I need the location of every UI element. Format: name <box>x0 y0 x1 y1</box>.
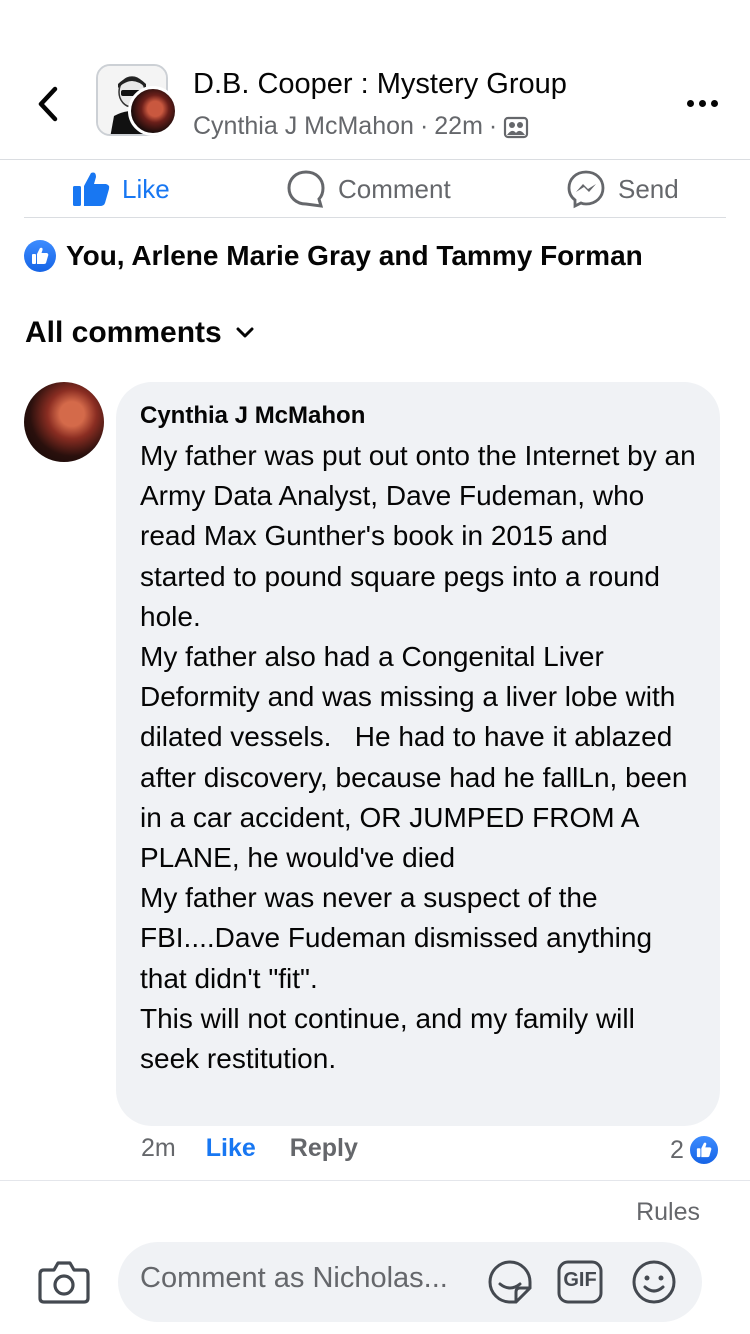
like-reaction-icon <box>687 1134 720 1166</box>
meta-separator: · <box>419 112 429 140</box>
back-button[interactable] <box>28 82 68 126</box>
send-label: Send <box>618 173 679 204</box>
comment-reaction-count: 2 <box>670 1135 684 1164</box>
comments-filter-dropdown[interactable]: All comments <box>25 316 254 350</box>
chevron-down-icon <box>236 327 254 338</box>
thumbs-up-icon <box>73 172 110 206</box>
camera-button[interactable] <box>38 1258 90 1306</box>
group-title[interactable]: D.B. Cooper : Mystery Group <box>193 68 567 101</box>
dot <box>710 99 718 107</box>
comment-input[interactable] <box>140 1262 490 1295</box>
post-meta: Cynthia J McMahon · 22m · <box>193 112 529 141</box>
sticker-button[interactable] <box>486 1258 534 1306</box>
comment-text: My father was put out onto the Internet … <box>140 440 696 1075</box>
like-button[interactable]: Like <box>72 160 170 218</box>
dot <box>686 99 694 107</box>
like-label: Like <box>122 173 170 204</box>
like-reaction-icon <box>24 240 56 272</box>
messenger-icon <box>567 170 605 209</box>
more-options-button[interactable] <box>680 88 724 118</box>
post-author[interactable]: Cynthia J McMahon <box>193 112 414 141</box>
comment-bubble-icon <box>287 170 325 208</box>
comment-label: Comment <box>338 173 451 204</box>
comment-author[interactable]: Cynthia J McMahon <box>140 400 696 432</box>
comment-reply-button[interactable]: Reply <box>290 1134 358 1163</box>
comment-composer[interactable]: GIF <box>118 1242 702 1322</box>
group-privacy-icon <box>504 116 529 138</box>
comment-like-button[interactable]: Like <box>206 1134 256 1163</box>
chevron-left-icon <box>38 86 58 122</box>
comment-actions: 2m Like Reply <box>141 1134 358 1163</box>
author-avatar[interactable] <box>128 86 178 136</box>
rules-link[interactable]: Rules <box>636 1198 700 1227</box>
comment-button[interactable]: Comment <box>286 160 451 218</box>
comment-bubble[interactable]: Cynthia J McMahon My father was put out … <box>116 382 720 1126</box>
camera-icon <box>38 1261 90 1304</box>
commenter-avatar[interactable] <box>24 382 104 462</box>
reactions-summary[interactable]: You, Arlene Marie Gray and Tammy Forman <box>24 240 643 272</box>
gif-button[interactable]: GIF <box>556 1258 604 1306</box>
post-header: D.B. Cooper : Mystery Group Cynthia J Mc… <box>0 0 750 160</box>
comment-time: 2m <box>141 1134 176 1162</box>
comment-reactions[interactable]: 2 <box>670 1134 720 1166</box>
emoji-icon <box>632 1260 676 1304</box>
post-action-bar: Like Comment Send <box>24 160 726 218</box>
reactions-text: You, Arlene Marie Gray and Tammy Forman <box>66 240 643 271</box>
emoji-button[interactable] <box>630 1258 678 1306</box>
meta-separator: · <box>488 112 498 140</box>
sticker-icon <box>488 1260 532 1304</box>
comments-filter-label: All comments <box>25 316 222 349</box>
send-button[interactable]: Send <box>566 160 679 218</box>
dot <box>698 99 706 107</box>
post-time: 22m <box>434 112 483 140</box>
gif-label: GIF <box>563 1269 597 1291</box>
composer-divider <box>0 1180 750 1181</box>
